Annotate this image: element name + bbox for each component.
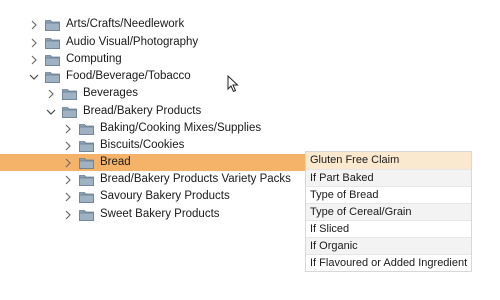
chevron-right-icon[interactable]	[28, 37, 40, 49]
folder-icon	[79, 140, 94, 152]
tree-item-label: Savoury Bakery Products	[100, 190, 230, 202]
chevron-right-icon[interactable]	[28, 19, 40, 31]
folder-icon	[79, 209, 94, 221]
folder-icon	[79, 123, 94, 135]
tree-item-label: Audio Visual/Photography	[66, 36, 199, 48]
folder-icon	[79, 157, 94, 169]
tree-item-label: Arts/Crafts/Needlework	[66, 18, 185, 30]
folder-icon	[79, 174, 94, 186]
tree-item-bread[interactable]: Bread	[0, 154, 349, 171]
tree-item-audio-visual[interactable]: Audio Visual/Photography	[0, 34, 328, 51]
folder-icon	[45, 19, 60, 31]
folder-icon	[79, 191, 94, 203]
chevron-right-icon[interactable]	[62, 140, 74, 152]
attribute-item[interactable]: If Part Baked	[306, 169, 471, 186]
attribute-item[interactable]: If Sliced	[306, 220, 471, 237]
tree-item-food-beverage[interactable]: Food/Beverage/Tobacco	[0, 68, 328, 85]
folder-icon	[45, 54, 60, 66]
tree-item-label: Bread/Bakery Products Variety Packs	[100, 173, 291, 185]
tree-item-beverages[interactable]: Beverages	[0, 85, 345, 102]
attribute-item[interactable]: If Organic	[306, 237, 471, 254]
tree-item-arts-crafts[interactable]: Arts/Crafts/Needlework	[0, 16, 328, 33]
attribute-item[interactable]: If Flavoured or Added Ingredient	[306, 254, 471, 271]
tree-item-label: Sweet Bakery Products	[100, 208, 220, 220]
attribute-list: Gluten Free Claim If Part Baked Type of …	[305, 151, 472, 272]
tree-item-baking-cooking[interactable]: Baking/Cooking Mixes/Supplies	[0, 120, 362, 137]
chevron-right-icon[interactable]	[62, 174, 74, 186]
tree-item-label: Bread	[100, 156, 131, 168]
chevron-right-icon[interactable]	[62, 191, 74, 203]
folder-icon	[45, 71, 60, 83]
chevron-down-icon[interactable]	[28, 71, 40, 83]
attribute-item[interactable]: Type of Bread	[306, 186, 471, 203]
tree-item-bread-bakery-products[interactable]: Bread/Bakery Products	[0, 103, 345, 120]
folder-icon	[62, 106, 77, 118]
tree-item-label: Biscuits/Cookies	[100, 139, 185, 151]
tree-item-label: Baking/Cooking Mixes/Supplies	[100, 122, 262, 134]
folder-icon	[62, 88, 77, 100]
chevron-down-icon[interactable]	[45, 106, 57, 118]
chevron-right-icon[interactable]	[62, 209, 74, 221]
tree-item-label: Food/Beverage/Tobacco	[66, 70, 191, 82]
attribute-item[interactable]: Type of Cereal/Grain	[306, 203, 471, 220]
tree-item-computing[interactable]: Computing	[0, 51, 328, 68]
chevron-right-icon[interactable]	[62, 123, 74, 135]
folder-icon	[45, 37, 60, 49]
tree-item-label: Computing	[66, 53, 122, 65]
mouse-pointer-icon	[227, 74, 239, 93]
chevron-right-icon[interactable]	[45, 88, 57, 100]
tree-item-label: Bread/Bakery Products	[83, 105, 202, 117]
chevron-right-icon[interactable]	[28, 54, 40, 66]
tree-item-label: Beverages	[83, 87, 138, 99]
chevron-right-icon[interactable]	[62, 157, 74, 169]
attribute-list-header[interactable]: Gluten Free Claim	[306, 152, 471, 169]
